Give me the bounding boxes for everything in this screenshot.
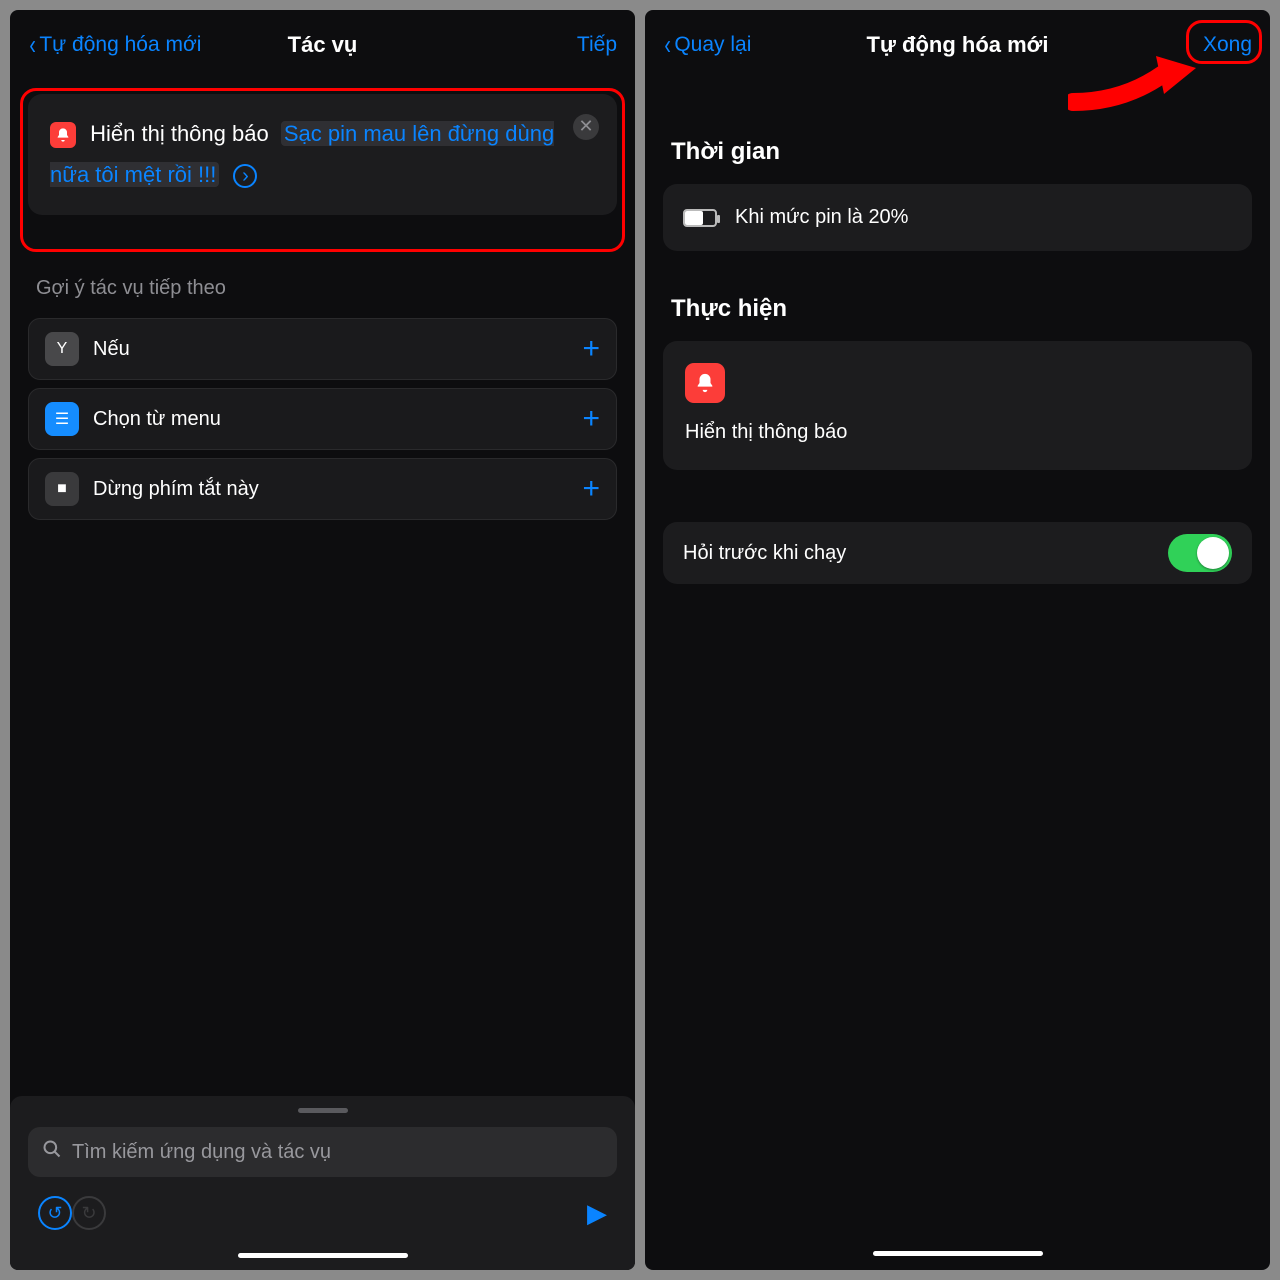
search-placeholder: Tìm kiếm ứng dụng và tác vụ — [72, 1141, 331, 1164]
suggestions-header: Gợi ý tác vụ tiếp theo — [36, 277, 609, 300]
plus-icon[interactable]: + — [582, 402, 600, 436]
toolbar: ↺ ↻ ▶ — [28, 1177, 617, 1249]
chevron-left-icon: ‹ — [29, 31, 36, 59]
battery-icon — [683, 209, 717, 227]
branch-icon: Y — [45, 332, 79, 366]
bell-icon — [50, 122, 76, 148]
do-action-card[interactable]: Hiển thị thông báo — [663, 341, 1252, 470]
bottom-sheet[interactable]: Tìm kiếm ứng dụng và tác vụ ↺ ↻ ▶ — [10, 1096, 635, 1270]
nav-back-label: Quay lại — [674, 33, 751, 57]
run-button[interactable]: ▶ — [587, 1198, 607, 1229]
when-condition-text: Khi mức pin là 20% — [735, 206, 908, 229]
content-left: Hiển thị thông báo Sạc pin mau lên đừng … — [10, 80, 635, 1270]
when-condition-card[interactable]: Khi mức pin là 20% — [663, 184, 1252, 251]
delete-action-button[interactable]: ✕ — [573, 114, 599, 140]
nav-next[interactable]: Tiếp — [577, 33, 617, 57]
stop-icon: ■ — [45, 472, 79, 506]
phone-left: ‹ Tự động hóa mới Tác vụ Tiếp Hiển thị t… — [10, 10, 635, 1270]
home-indicator[interactable] — [238, 1253, 408, 1258]
nav-back-label: Tự động hóa mới — [39, 33, 201, 57]
chevron-left-icon: ‹ — [664, 31, 671, 59]
notification-action-card[interactable]: Hiển thị thông báo Sạc pin mau lên đừng … — [28, 94, 617, 215]
nav-bar: ‹ Tự động hóa mới Tác vụ Tiếp — [10, 10, 635, 80]
suggestion-if[interactable]: Y Nếu + — [28, 318, 617, 380]
grabber-icon[interactable] — [298, 1108, 348, 1113]
suggestion-stop[interactable]: ■ Dừng phím tắt này + — [28, 458, 617, 520]
plus-icon[interactable]: + — [582, 332, 600, 366]
chevron-circle-icon[interactable] — [233, 164, 257, 188]
suggestions-list: Y Nếu + ☰ Chọn từ menu + ■ Dừng phím tắt… — [28, 318, 617, 520]
suggestion-label: Chọn từ menu — [93, 408, 221, 431]
bell-icon — [685, 363, 725, 403]
suggestion-menu[interactable]: ☰ Chọn từ menu + — [28, 388, 617, 450]
phone-right: ‹ Quay lại Tự động hóa mới Xong Thời gia… — [645, 10, 1270, 1270]
suggestion-label: Dừng phím tắt này — [93, 478, 259, 501]
ask-before-run-row[interactable]: Hỏi trước khi chạy — [663, 522, 1252, 584]
nav-back[interactable]: ‹ Quay lại — [663, 31, 751, 59]
nav-back[interactable]: ‹ Tự động hóa mới — [28, 31, 201, 59]
redo-button[interactable]: ↻ — [72, 1196, 106, 1230]
search-input[interactable]: Tìm kiếm ứng dụng và tác vụ — [28, 1127, 617, 1177]
action-label: Hiển thị thông báo — [90, 121, 269, 146]
content-right: Thời gian Khi mức pin là 20% Thực hiện H… — [645, 80, 1270, 1270]
search-icon — [42, 1139, 62, 1165]
nav-bar: ‹ Quay lại Tự động hóa mới Xong — [645, 10, 1270, 80]
do-action-text: Hiển thị thông báo — [685, 421, 847, 444]
ask-toggle[interactable] — [1168, 534, 1232, 572]
home-indicator[interactable] — [873, 1251, 1043, 1256]
nav-done[interactable]: Xong — [1203, 33, 1252, 57]
plus-icon[interactable]: + — [582, 472, 600, 506]
undo-button[interactable]: ↺ — [38, 1196, 72, 1230]
section-when-title: Thời gian — [671, 138, 1244, 166]
menu-icon: ☰ — [45, 402, 79, 436]
ask-before-run-label: Hỏi trước khi chạy — [683, 542, 846, 565]
section-do-title: Thực hiện — [671, 295, 1244, 323]
suggestion-label: Nếu — [93, 338, 130, 361]
